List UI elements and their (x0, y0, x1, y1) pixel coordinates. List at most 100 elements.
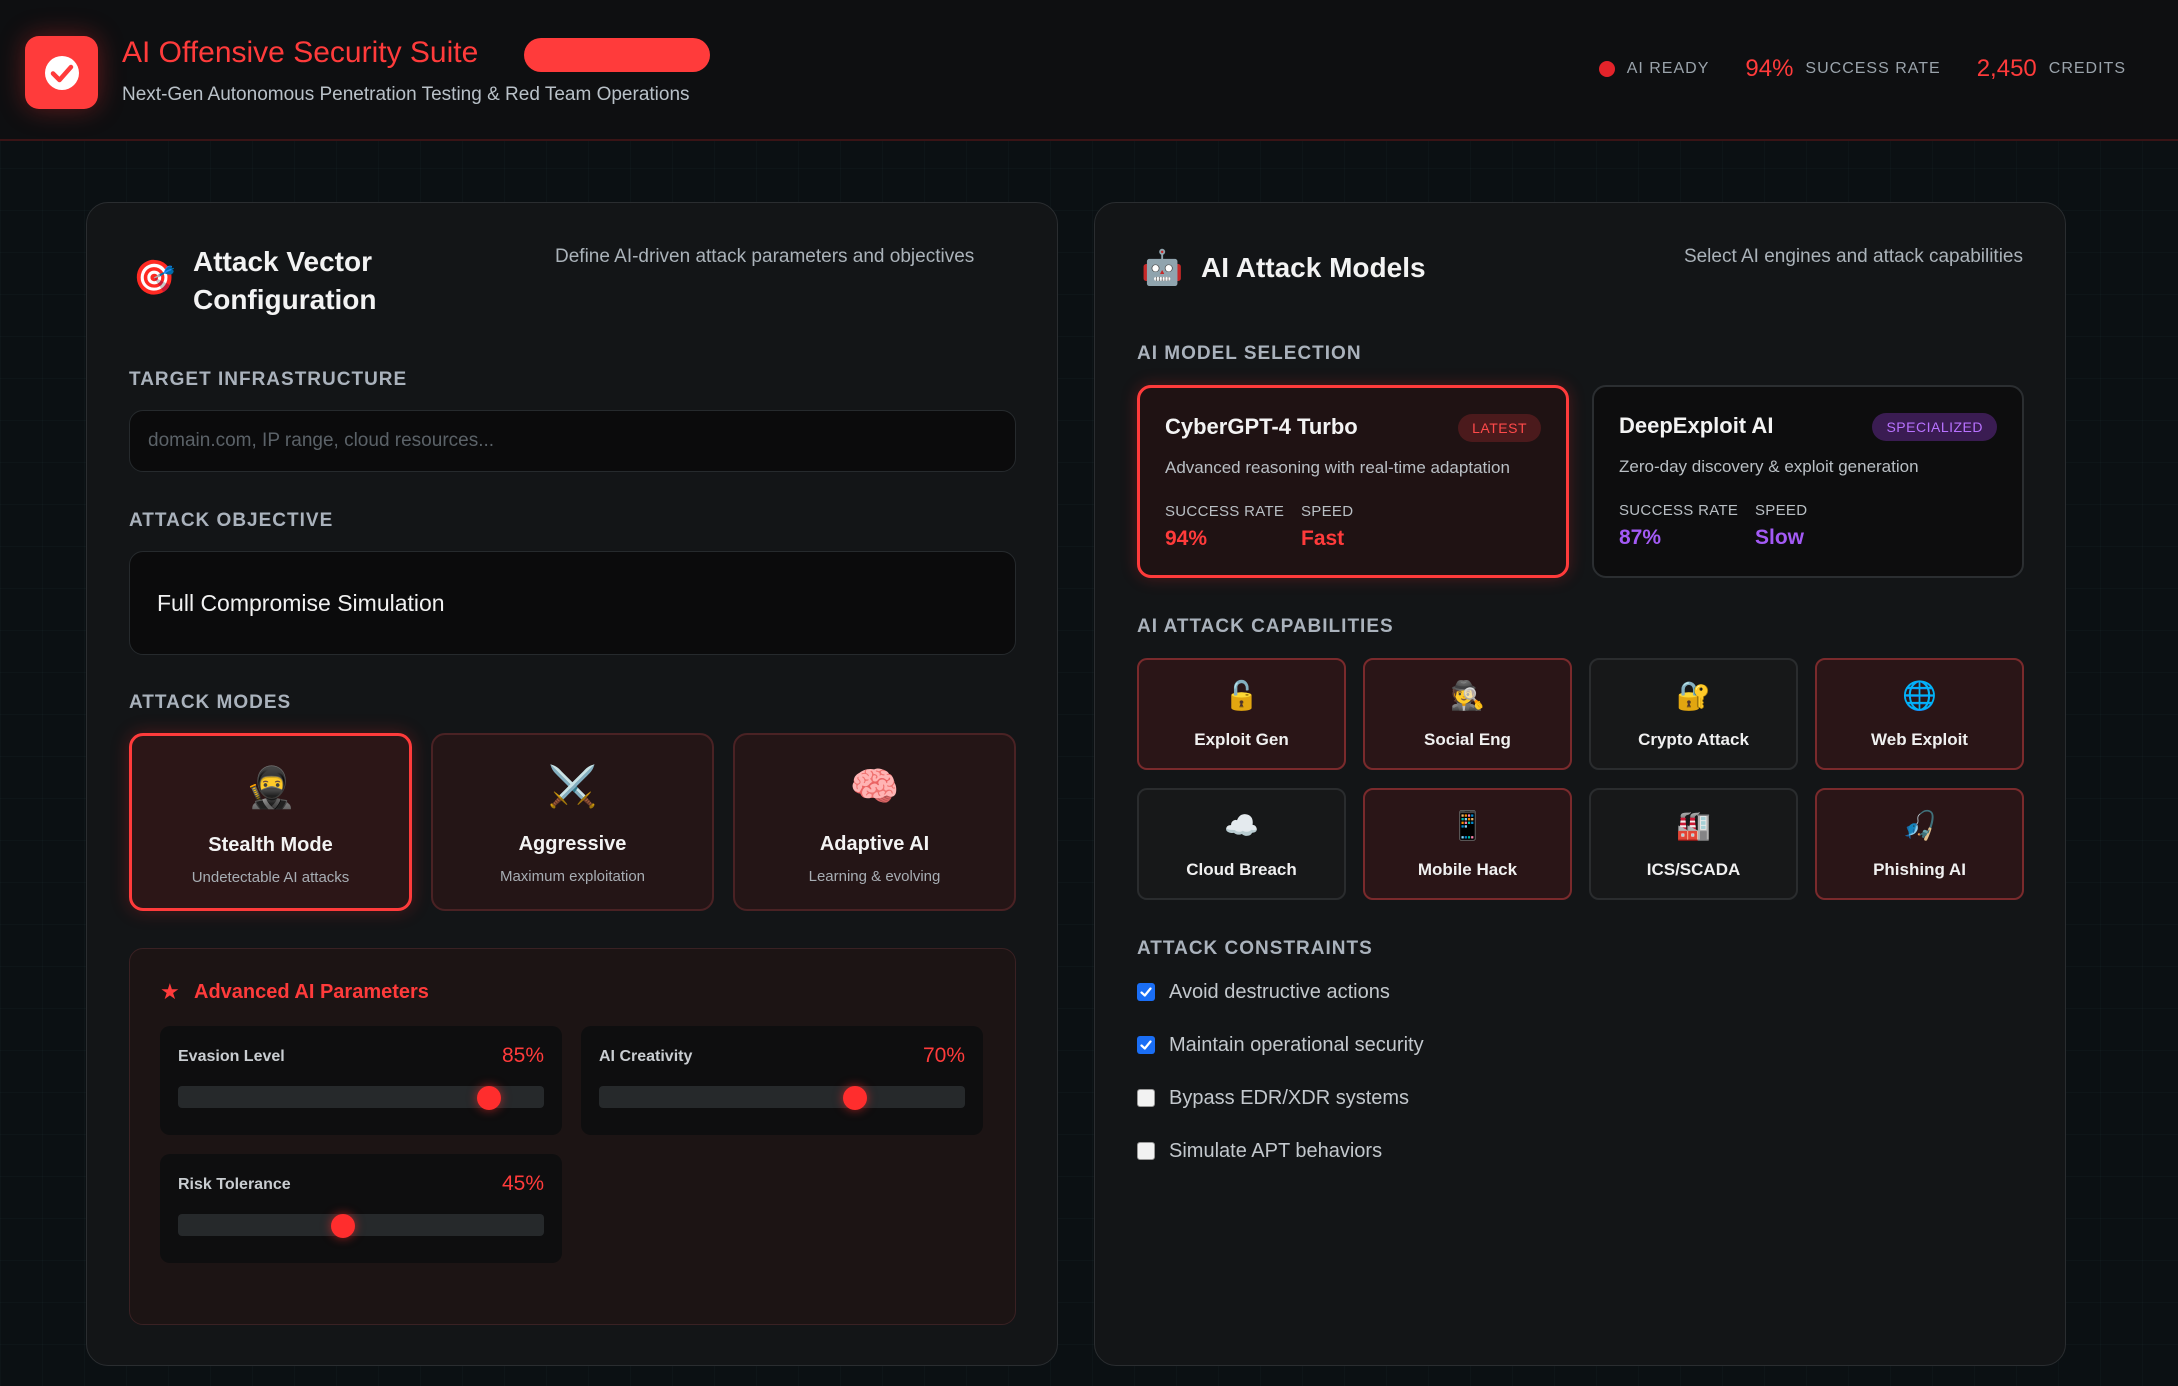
constraint-simulate-apt[interactable]: Simulate APT behaviors (1137, 1138, 1382, 1164)
slider-thumb[interactable] (330, 1214, 355, 1238)
capability-crypto-attack[interactable]: 🔐 Crypto Attack (1589, 658, 1798, 770)
slider-thumb[interactable] (477, 1086, 502, 1110)
model-name: CyberGPT-4 Turbo (1165, 414, 1358, 439)
ai-model-selection-label: AI MODEL SELECTION (1137, 343, 1362, 364)
attack-constraints-label: ATTACK CONSTRAINTS (1137, 938, 1373, 959)
mode-desc: Maximum exploitation (499, 868, 646, 885)
model-card-cybergpt[interactable]: CyberGPT-4 Turbo LATEST Advanced reasoni… (1137, 385, 1569, 578)
model-name: DeepExploit AI (1619, 413, 1774, 438)
slider-track[interactable] (599, 1086, 965, 1108)
check-shield-icon (44, 55, 79, 90)
attack-objective-select[interactable]: Full Compromise Simulation (129, 551, 1016, 655)
attack-objective-label: ATTACK OBJECTIVE (129, 510, 334, 531)
capability-exploit-gen[interactable]: 🔓 Exploit Gen (1137, 658, 1346, 770)
app-logo (25, 36, 98, 109)
success-rate-value: 94% (1745, 55, 1794, 82)
model-speed-label: SPEED (1301, 503, 1354, 520)
credits-value: 2,450 (1976, 55, 2037, 82)
credits-label: CREDITS (2048, 60, 2126, 77)
capability-name: Exploit Gen (1194, 730, 1289, 749)
model-success-rate-value: 87% (1619, 526, 1662, 549)
success-rate-label: SUCCESS RATE (1805, 60, 1941, 77)
brain-icon: 🧠 (849, 765, 900, 809)
detective-icon: 🕵️ (1450, 680, 1485, 711)
attack-modes-label: ATTACK MODES (129, 692, 292, 713)
model-desc: Advanced reasoning with real-time adapta… (1165, 458, 1510, 477)
header-stats: AI READY 94% SUCCESS RATE 2,450 CREDITS (1598, 54, 2126, 84)
capability-cloud-breach[interactable]: ☁️ Cloud Breach (1137, 788, 1346, 900)
status-dot-icon (1598, 61, 1615, 77)
checkmark-icon (1140, 987, 1152, 997)
slider-label: AI Creativity (599, 1048, 693, 1065)
model-success-rate-value: 94% (1165, 527, 1208, 550)
attack-vector-description: Define AI-driven attack parameters and o… (555, 246, 975, 267)
globe-icon: 🌐 (1902, 680, 1937, 711)
target-input[interactable] (130, 411, 1015, 471)
checkbox-checked[interactable] (1137, 983, 1155, 1001)
attack-vector-title-line2: Configuration (193, 284, 377, 315)
capability-name: Mobile Hack (1417, 860, 1518, 879)
mode-card-aggressive[interactable]: ⚔️ Aggressive Maximum exploitation (431, 733, 714, 911)
capability-social-eng[interactable]: 🕵️ Social Eng (1363, 658, 1572, 770)
locked-key-icon: 🔐 (1676, 680, 1711, 711)
crossed-swords-icon: ⚔️ (547, 765, 598, 809)
model-speed-value: Fast (1301, 527, 1345, 550)
constraint-label: Bypass EDR/XDR systems (1169, 1086, 1410, 1109)
model-success-rate-label: SUCCESS RATE (1619, 502, 1739, 519)
capability-phishing-ai[interactable]: 🎣 Phishing AI (1815, 788, 2024, 900)
slider-value: 85% (501, 1044, 544, 1067)
fishing-hook-icon: 🎣 (1902, 810, 1937, 841)
ninja-icon: 🥷 (245, 766, 296, 810)
constraint-avoid-destructive[interactable]: Avoid destructive actions (1137, 979, 1390, 1005)
mode-card-stealth[interactable]: 🥷 Stealth Mode Undetectable AI attacks (129, 733, 412, 911)
constraint-label: Avoid destructive actions (1169, 980, 1390, 1003)
ai-ready-label: AI READY (1626, 60, 1710, 77)
slider-evasion-level: Evasion Level 85% (160, 1026, 562, 1135)
mode-desc: Undetectable AI attacks (191, 869, 350, 886)
constraint-label: Simulate APT behaviors (1169, 1139, 1383, 1162)
target-icon: 🎯 (133, 259, 176, 297)
checkbox-unchecked[interactable] (1137, 1089, 1155, 1107)
star-icon: ★ (160, 979, 180, 1004)
mode-name: Aggressive (518, 833, 627, 855)
capability-name: Web Exploit (1871, 730, 1968, 749)
model-card-deepexploit[interactable]: DeepExploit AI SPECIALIZED Zero-day disc… (1592, 385, 2024, 578)
capability-name: Crypto Attack (1638, 730, 1749, 749)
capability-ics-scada[interactable]: 🏭 ICS/SCADA (1589, 788, 1798, 900)
mode-name: Stealth Mode (208, 834, 333, 856)
unlocked-padlock-icon: 🔓 (1224, 680, 1259, 711)
model-badge-specialized: SPECIALIZED (1872, 413, 1997, 441)
capability-name: ICS/SCADA (1646, 860, 1741, 879)
model-success-rate-label: SUCCESS RATE (1165, 503, 1285, 520)
title-highlight-pill (524, 38, 710, 72)
factory-icon: 🏭 (1676, 810, 1711, 841)
ai-attack-models-panel: 🤖 AI Attack Models Select AI engines and… (1094, 202, 2066, 1366)
checkbox-unchecked[interactable] (1137, 1142, 1155, 1160)
model-speed-label: SPEED (1755, 502, 1808, 519)
checkbox-checked[interactable] (1137, 1036, 1155, 1054)
constraint-label: Maintain operational security (1169, 1033, 1424, 1056)
constraint-maintain-opsec[interactable]: Maintain operational security (1137, 1032, 1424, 1058)
ai-attack-models-title: AI Attack Models (1201, 252, 1426, 283)
advanced-parameters-box: ★ Advanced AI Parameters Evasion Level 8… (129, 948, 1016, 1325)
capability-mobile-hack[interactable]: 📱 Mobile Hack (1363, 788, 1572, 900)
constraint-bypass-edr[interactable]: Bypass EDR/XDR systems (1137, 1085, 1409, 1111)
capability-web-exploit[interactable]: 🌐 Web Exploit (1815, 658, 2024, 770)
model-speed-value: Slow (1755, 526, 1805, 549)
target-infrastructure-label: TARGET INFRASTRUCTURE (129, 369, 408, 390)
slider-thumb[interactable] (843, 1086, 868, 1110)
checkmark-icon (1140, 1040, 1152, 1050)
mode-card-adaptive[interactable]: 🧠 Adaptive AI Learning & evolving (733, 733, 1016, 911)
model-desc: Zero-day discovery & exploit generation (1619, 457, 1919, 476)
slider-track[interactable] (178, 1214, 544, 1236)
capability-name: Phishing AI (1873, 860, 1966, 879)
slider-label: Risk Tolerance (178, 1176, 291, 1193)
attack-vector-title-line1: Attack Vector (193, 246, 372, 277)
ai-attack-capabilities-label: AI ATTACK CAPABILITIES (1137, 616, 1394, 637)
advanced-parameters-title: Advanced AI Parameters (194, 981, 429, 1003)
ai-attack-models-description: Select AI engines and attack capabilitie… (1683, 246, 2023, 267)
app-subtitle: Next-Gen Autonomous Penetration Testing … (122, 84, 690, 105)
capability-name: Social Eng (1424, 730, 1511, 749)
mobile-phone-icon: 📱 (1450, 810, 1485, 841)
slider-ai-creativity: AI Creativity 70% (581, 1026, 983, 1135)
